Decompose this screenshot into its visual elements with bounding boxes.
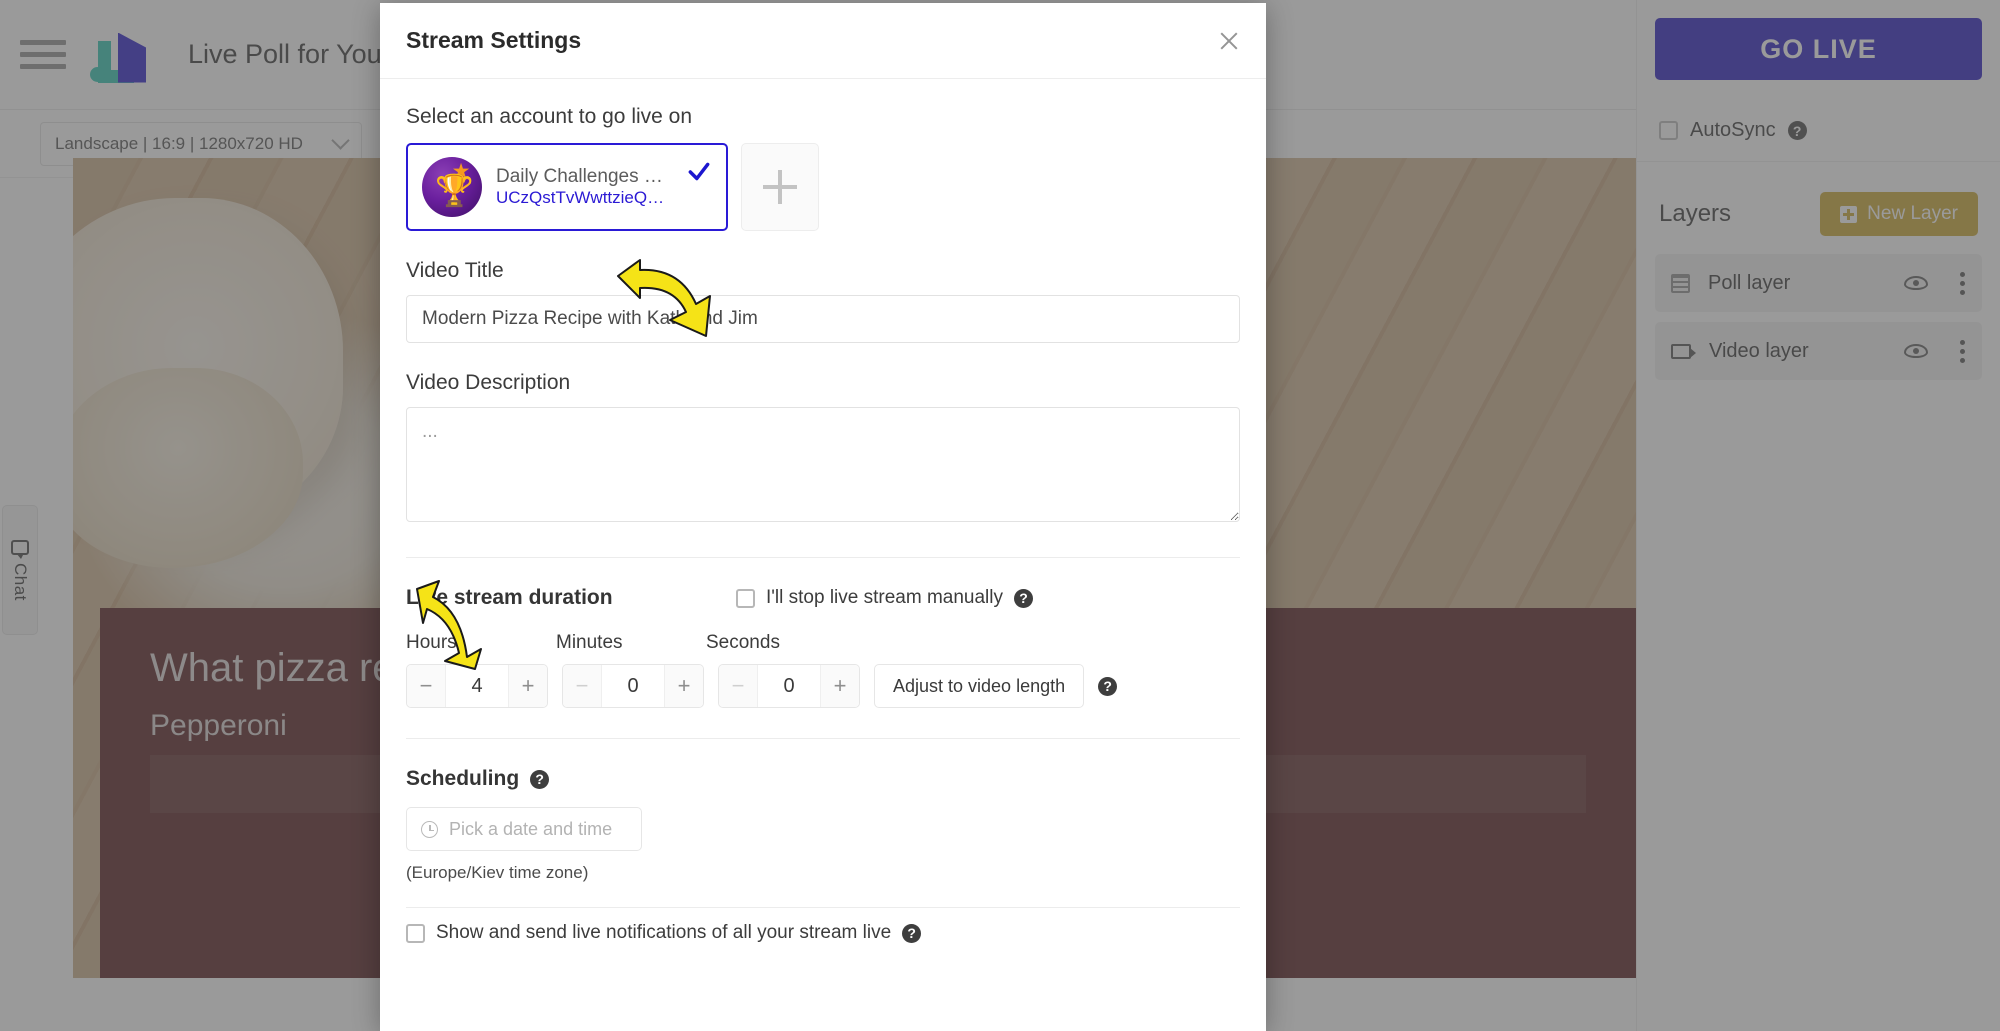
modal-title: Stream Settings bbox=[406, 27, 582, 53]
hours-value[interactable]: 4 bbox=[445, 665, 509, 707]
account-section-label: Select an account to go live on bbox=[406, 105, 693, 128]
clock-icon bbox=[421, 820, 438, 838]
video-title-label: Video Title bbox=[406, 259, 504, 282]
trophy-icon: 🏆 bbox=[435, 173, 474, 208]
check-icon bbox=[688, 162, 710, 181]
seconds-label: Seconds bbox=[706, 632, 780, 653]
manual-stop-help-icon[interactable]: ? bbox=[1014, 588, 1033, 608]
plus-icon bbox=[763, 170, 797, 204]
video-description-textarea[interactable] bbox=[406, 407, 1240, 522]
video-description-label: Video Description bbox=[406, 371, 571, 394]
account-channel-id: UCzQstTvWwttzieQqtHQW… bbox=[496, 188, 672, 207]
scheduling-header: Scheduling ? bbox=[406, 767, 1240, 791]
divider bbox=[406, 907, 1240, 908]
seconds-increment-button[interactable]: + bbox=[821, 665, 859, 707]
date-time-picker[interactable]: Pick a date and time bbox=[406, 807, 642, 851]
modal-header: Stream Settings bbox=[380, 3, 1266, 79]
account-avatar: ★ 🏆 bbox=[422, 157, 482, 217]
date-time-placeholder: Pick a date and time bbox=[449, 818, 613, 839]
account-row: ★ 🏆 Daily Challenges & Quizzes UCzQstTvW… bbox=[406, 143, 1240, 231]
close-icon[interactable] bbox=[1214, 26, 1244, 56]
manual-stop-checkbox[interactable] bbox=[736, 588, 755, 608]
notification-label: Show and send live notifications of all … bbox=[436, 922, 892, 943]
seconds-stepper: − 0 + bbox=[718, 664, 860, 708]
stream-settings-modal: Stream Settings Select an account to go … bbox=[380, 3, 1266, 1031]
hours-decrement-button[interactable]: − bbox=[407, 665, 445, 707]
minutes-value[interactable]: 0 bbox=[601, 665, 665, 707]
notification-row: Show and send live notifications of all … bbox=[406, 922, 1240, 944]
account-meta: Daily Challenges & Quizzes UCzQstTvWwttz… bbox=[496, 166, 672, 208]
timezone-note: (Europe/Kiev time zone) bbox=[406, 863, 589, 882]
video-title-input[interactable] bbox=[406, 295, 1240, 343]
account-name: Daily Challenges & Quizzes bbox=[496, 166, 672, 187]
hours-stepper: − 4 + bbox=[406, 664, 548, 708]
minutes-stepper: − 0 + bbox=[562, 664, 704, 708]
seconds-value[interactable]: 0 bbox=[757, 665, 821, 707]
manual-stop-row: I'll stop live stream manually ? bbox=[736, 587, 1033, 609]
minutes-increment-button[interactable]: + bbox=[665, 665, 703, 707]
add-account-button[interactable] bbox=[741, 143, 819, 231]
notification-help-icon[interactable]: ? bbox=[902, 923, 922, 943]
divider bbox=[406, 557, 1240, 558]
duration-labels: Hours Minutes Seconds bbox=[406, 632, 1240, 654]
hours-increment-button[interactable]: + bbox=[509, 665, 547, 707]
hours-label: Hours bbox=[406, 632, 457, 653]
divider bbox=[406, 738, 1240, 739]
adjust-to-video-length-button[interactable]: Adjust to video length bbox=[874, 664, 1085, 708]
duration-header: Live stream duration I'll stop live stre… bbox=[406, 586, 1240, 610]
modal-body: Select an account to go live on ★ 🏆 Dail… bbox=[380, 79, 1266, 944]
notification-checkbox[interactable] bbox=[406, 923, 425, 943]
scheduling-help-icon[interactable]: ? bbox=[530, 769, 550, 789]
duration-section-title: Live stream duration bbox=[406, 586, 613, 609]
scheduling-section-title: Scheduling bbox=[406, 767, 520, 790]
adjust-help-icon[interactable]: ? bbox=[1098, 676, 1118, 696]
manual-stop-label: I'll stop live stream manually bbox=[766, 587, 1003, 608]
account-card-selected[interactable]: ★ 🏆 Daily Challenges & Quizzes UCzQstTvW… bbox=[406, 143, 728, 231]
duration-steppers: − 4 + − 0 + − 0 + Adjust to video length… bbox=[406, 664, 1240, 708]
seconds-decrement-button[interactable]: − bbox=[719, 665, 757, 707]
minutes-decrement-button[interactable]: − bbox=[563, 665, 601, 707]
minutes-label: Minutes bbox=[556, 632, 623, 653]
